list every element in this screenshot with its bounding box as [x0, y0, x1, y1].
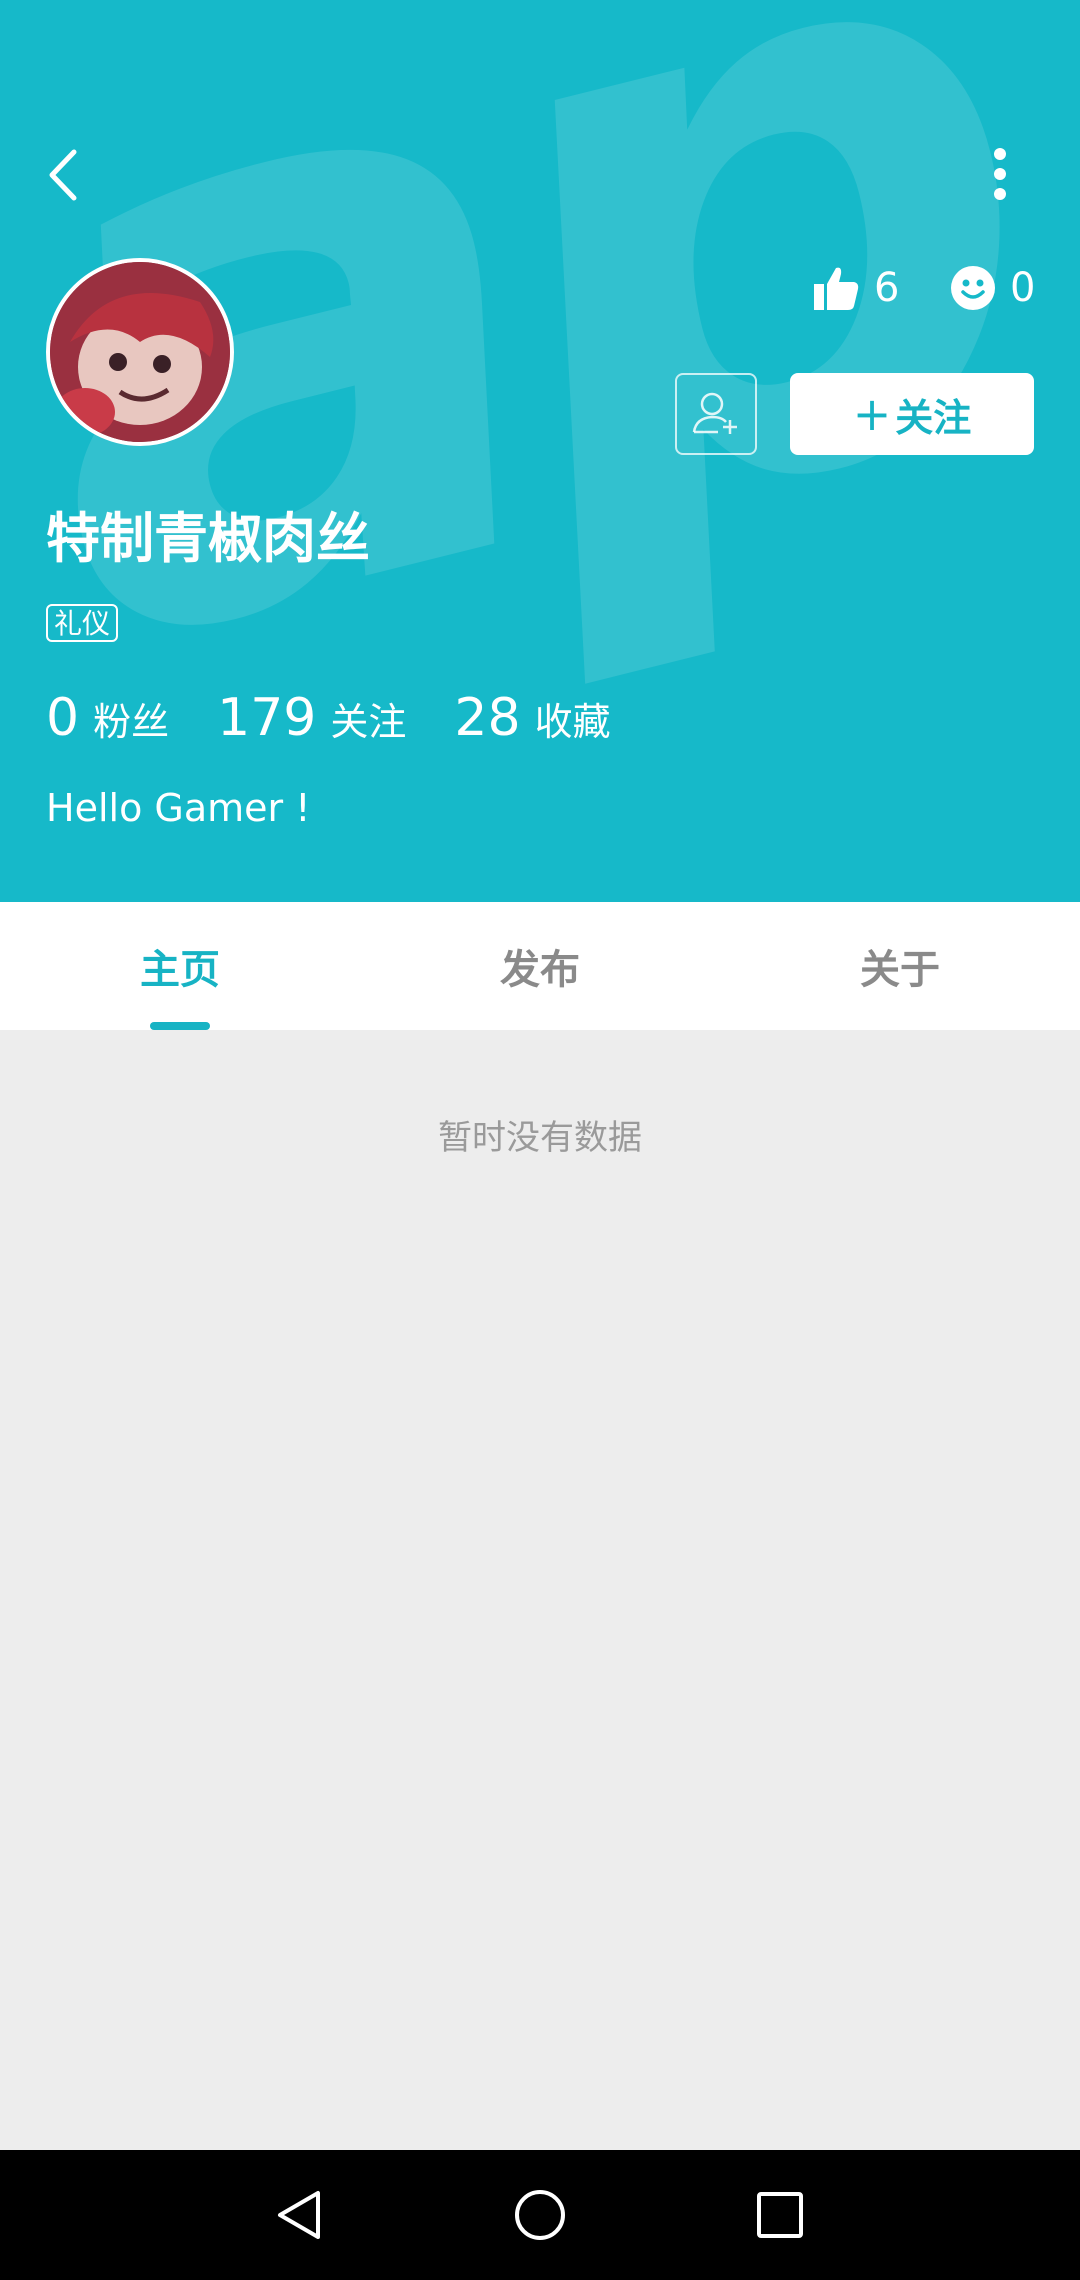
nav-recents-button[interactable] — [750, 2185, 810, 2245]
fans-label[interactable]: 粉丝 — [93, 691, 169, 746]
add-friend-button[interactable] — [675, 373, 757, 455]
thumbs-up-icon — [814, 267, 859, 310]
tab-bar: 主页 发布 关于 — [0, 902, 1080, 1030]
smiley-icon — [951, 266, 995, 310]
tab-about-label: 关于 — [860, 947, 940, 993]
more-options-button[interactable] — [975, 140, 1025, 210]
follow-label: 关注 — [895, 395, 972, 440]
tab-posts[interactable]: 发布 — [360, 902, 720, 1030]
add-friend-icon — [692, 392, 737, 434]
fans-count[interactable]: 0 — [46, 688, 79, 748]
following-count[interactable]: 179 — [217, 688, 316, 748]
tab-posts-label: 发布 — [500, 947, 580, 993]
likes-count: 6 — [874, 265, 900, 311]
emoji-stat[interactable]: 0 — [950, 258, 1035, 318]
nav-back-button[interactable] — [270, 2185, 330, 2245]
avatar-image — [50, 262, 230, 442]
nav-home-button[interactable] — [510, 2185, 570, 2245]
more-vert-icon — [994, 148, 1006, 200]
username: 特制青椒肉丝 — [46, 507, 370, 570]
favorites-count[interactable]: 28 — [454, 688, 520, 748]
favorites-label[interactable]: 收藏 — [535, 691, 611, 746]
nav-home-icon — [515, 2190, 565, 2240]
profile-counts: 0 粉丝 179 关注 28 收藏 — [46, 688, 659, 748]
tab-indicator — [150, 1022, 210, 1030]
empty-state-text: 暂时没有数据 — [438, 1118, 642, 1158]
avatar[interactable] — [46, 258, 234, 446]
nav-recents-icon — [757, 2192, 803, 2238]
tab-home[interactable]: 主页 — [0, 902, 360, 1030]
plus-icon: + — [852, 387, 892, 441]
follow-button[interactable]: + 关注 — [790, 373, 1034, 455]
back-button[interactable] — [40, 140, 100, 210]
profile-header: apTap 6 0 + 关注 特制青椒肉丝 礼仪 0 粉丝 179 关注 28 … — [0, 0, 1080, 902]
following-label[interactable]: 关注 — [330, 691, 406, 746]
system-nav-bar — [0, 2150, 1080, 2280]
nav-back-icon — [278, 2191, 320, 2239]
emoji-count: 0 — [1010, 265, 1036, 311]
tab-about[interactable]: 关于 — [720, 902, 1080, 1030]
user-tag[interactable]: 礼仪 — [46, 604, 119, 642]
back-icon — [49, 149, 77, 201]
tab-home-label: 主页 — [140, 947, 220, 993]
likes-stat[interactable]: 6 — [812, 258, 899, 318]
bio: Hello Gamer ! — [46, 786, 311, 830]
